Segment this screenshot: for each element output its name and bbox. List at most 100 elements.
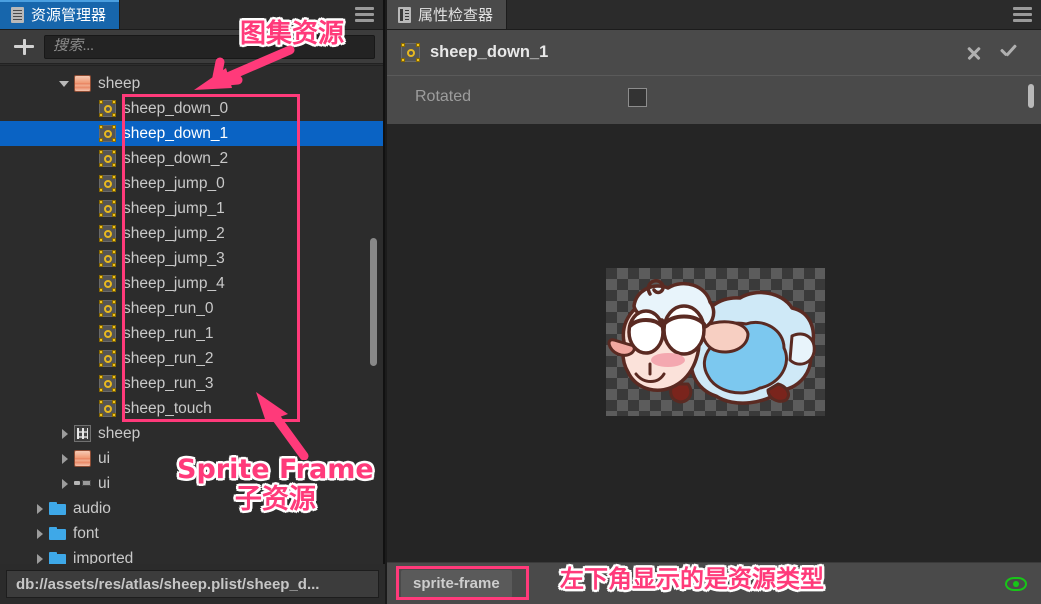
tree-row[interactable]: sheep_down_0 bbox=[0, 96, 383, 121]
tabbar-spacer bbox=[507, 0, 1003, 29]
arrow-spacer bbox=[83, 352, 96, 365]
atlas-image-icon bbox=[74, 450, 91, 467]
plus-icon[interactable] bbox=[10, 35, 38, 59]
tree-row[interactable]: sheep bbox=[0, 421, 383, 446]
plist-file-icon bbox=[74, 475, 91, 492]
sprite-frame-icon bbox=[99, 400, 116, 417]
atlas-image-icon bbox=[74, 75, 91, 92]
tree-row-label: imported bbox=[73, 549, 134, 565]
tree-row-label: sheep_touch bbox=[123, 399, 212, 417]
search-input[interactable] bbox=[53, 38, 366, 55]
sprite-preview-image bbox=[606, 268, 825, 416]
tree-row-label: sheep_run_1 bbox=[123, 324, 214, 342]
sprite-frame-icon bbox=[99, 100, 116, 117]
tree-row[interactable]: audio bbox=[0, 496, 383, 521]
arrow-spacer bbox=[83, 302, 96, 315]
tree-row[interactable]: sheep bbox=[0, 71, 383, 96]
hamburger-menu-icon[interactable] bbox=[1003, 0, 1041, 29]
search-box[interactable] bbox=[44, 34, 375, 59]
sprite-frame-icon bbox=[99, 300, 116, 317]
sprite-frame-icon bbox=[99, 150, 116, 167]
tree-row[interactable]: font bbox=[0, 521, 383, 546]
inspector-panel: 属性检查器 sheep_down_1 Rotated sprite-frame bbox=[387, 0, 1041, 604]
assets-tree-scrollbar[interactable] bbox=[370, 238, 377, 366]
chevron-right-icon[interactable] bbox=[33, 502, 46, 515]
tab-inspector[interactable]: 属性检查器 bbox=[387, 0, 508, 29]
discard-button[interactable] bbox=[957, 36, 991, 70]
plist-icon bbox=[74, 425, 91, 442]
tree-row[interactable]: sheep_touch bbox=[0, 396, 383, 421]
chevron-right-icon[interactable] bbox=[58, 427, 71, 440]
tree-row[interactable]: imported bbox=[0, 546, 383, 564]
inspector-icon bbox=[398, 6, 411, 23]
tree-row-label: sheep_jump_1 bbox=[123, 199, 225, 217]
tree-row[interactable]: sheep_jump_0 bbox=[0, 171, 383, 196]
sprite-frame-icon bbox=[99, 375, 116, 392]
tree-row-label: sheep_jump_2 bbox=[123, 224, 225, 242]
tree-row-label: sheep_jump_0 bbox=[123, 174, 225, 192]
sprite-frame-icon bbox=[401, 43, 420, 62]
document-icon bbox=[11, 6, 24, 23]
chevron-right-icon[interactable] bbox=[33, 552, 46, 564]
tab-assets-label: 资源管理器 bbox=[31, 7, 107, 24]
sprite-frame-icon bbox=[99, 125, 116, 142]
tree-row-label: sheep_run_0 bbox=[123, 299, 214, 317]
apply-button[interactable] bbox=[991, 36, 1025, 70]
arrow-spacer bbox=[83, 402, 96, 415]
tree-row-label: ui bbox=[98, 474, 111, 492]
tree-row[interactable]: sheep_run_3 bbox=[0, 371, 383, 396]
arrow-spacer bbox=[83, 127, 96, 140]
tree-row[interactable]: sheep_run_0 bbox=[0, 296, 383, 321]
tabbar-spacer bbox=[120, 0, 345, 29]
assets-tabbar: 资源管理器 bbox=[0, 0, 383, 30]
arrow-spacer bbox=[83, 177, 96, 190]
chevron-right-icon[interactable] bbox=[58, 452, 71, 465]
sprite-frame-icon bbox=[99, 275, 116, 292]
inspector-footer: sprite-frame bbox=[387, 562, 1041, 604]
tree-row[interactable]: sheep_jump_4 bbox=[0, 271, 383, 296]
chevron-right-icon[interactable] bbox=[33, 527, 46, 540]
assets-tree[interactable]: sheep sheep_down_0 sheep_down_1 sheep_down_… bbox=[0, 65, 383, 564]
arrow-spacer bbox=[83, 152, 96, 165]
inspector-scrollbar[interactable] bbox=[1028, 84, 1034, 108]
eye-icon[interactable] bbox=[1005, 576, 1027, 591]
tree-row[interactable]: sheep_down_2 bbox=[0, 146, 383, 171]
asset-path-value[interactable]: db://assets/res/atlas/sheep.plist/sheep_… bbox=[6, 570, 379, 598]
path-bar: db://assets/res/atlas/sheep.plist/sheep_… bbox=[0, 564, 385, 604]
tab-assets[interactable]: 资源管理器 bbox=[0, 0, 121, 29]
tree-row[interactable]: sheep_run_1 bbox=[0, 321, 383, 346]
folder-icon bbox=[49, 500, 66, 517]
sprite-frame-icon bbox=[99, 200, 116, 217]
arrow-spacer bbox=[83, 377, 96, 390]
sprite-frame-icon bbox=[99, 350, 116, 367]
tree-row-label: audio bbox=[73, 499, 111, 517]
tree-row-label: sheep_down_0 bbox=[123, 99, 229, 117]
tree-row-label: sheep_run_3 bbox=[123, 374, 214, 392]
rotated-checkbox[interactable] bbox=[628, 87, 647, 107]
chevron-right-icon[interactable] bbox=[58, 477, 71, 490]
chevron-down-icon[interactable] bbox=[58, 77, 71, 90]
property-label-rotated: Rotated bbox=[415, 88, 472, 105]
tree-row[interactable]: sheep_run_2 bbox=[0, 346, 383, 371]
arrow-spacer bbox=[83, 327, 96, 340]
tree-row[interactable]: ui bbox=[0, 446, 383, 471]
tab-inspector-label: 属性检查器 bbox=[418, 7, 494, 24]
hamburger-menu-icon[interactable] bbox=[345, 0, 383, 29]
tree-row-label: sheep bbox=[98, 74, 141, 92]
tree-row-label: sheep_down_2 bbox=[123, 149, 229, 167]
tree-row[interactable]: ui bbox=[0, 471, 383, 496]
sprite-frame-icon bbox=[99, 250, 116, 267]
folder-icon bbox=[49, 550, 66, 564]
arrow-spacer bbox=[83, 252, 96, 265]
arrow-spacer bbox=[83, 102, 96, 115]
tree-row[interactable]: sheep_down_1 bbox=[0, 121, 383, 146]
sprite-frame-icon bbox=[99, 175, 116, 192]
tree-row-label: sheep_jump_3 bbox=[123, 249, 225, 267]
tree-row-label: sheep bbox=[98, 424, 141, 442]
tree-row[interactable]: sheep_jump_3 bbox=[0, 246, 383, 271]
tree-row[interactable]: sheep_jump_2 bbox=[0, 221, 383, 246]
tree-row[interactable]: sheep_jump_1 bbox=[0, 196, 383, 221]
assets-toolbar bbox=[0, 30, 383, 64]
sprite-frame-icon bbox=[99, 325, 116, 342]
sprite-preview-area: 152 x 103 bbox=[387, 124, 1041, 562]
